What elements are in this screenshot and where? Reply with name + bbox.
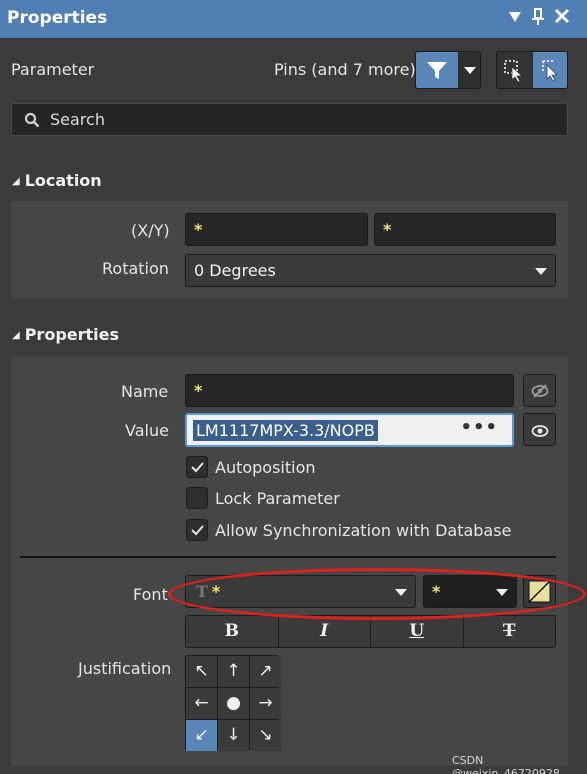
- properties-section-header[interactable]: ◢ Properties: [12, 325, 119, 344]
- search-placeholder: Search: [50, 110, 105, 129]
- rotation-value: 0 Degrees: [194, 261, 276, 280]
- value-field[interactable]: LM1117MPX-3.3/NOPB •••: [185, 413, 514, 447]
- justification-label: Justification: [78, 659, 172, 678]
- panel-title: Properties: [7, 8, 108, 28]
- font-color-button[interactable]: [523, 575, 556, 608]
- search-icon: [24, 112, 40, 132]
- underline-button[interactable]: U: [371, 616, 464, 647]
- checkmark-icon: [191, 525, 204, 536]
- chevron-down-icon: [395, 589, 407, 596]
- justification-grid: ↖ ↑ ↗ ← ● → ↙ ↓ ↘: [185, 655, 281, 751]
- filter-selection-text[interactable]: Pins (and 7 more): [274, 60, 416, 79]
- eye-off-icon: [531, 383, 549, 403]
- allow-sync-checkbox[interactable]: [186, 519, 208, 541]
- font-label: Font: [133, 585, 168, 604]
- rotation-dropdown[interactable]: 0 Degrees: [185, 254, 556, 287]
- search-input[interactable]: Search: [11, 103, 568, 136]
- allow-sync-label: Allow Synchronization with Database: [215, 521, 512, 540]
- font-size-dropdown[interactable]: *: [423, 575, 517, 608]
- justify-middle-left-icon[interactable]: ←: [186, 688, 217, 719]
- justify-center-icon[interactable]: ●: [218, 688, 249, 719]
- font-value: *: [211, 582, 221, 601]
- filter-button[interactable]: [415, 51, 481, 89]
- pin-icon[interactable]: [529, 8, 547, 28]
- justify-top-left-icon[interactable]: ↖: [186, 656, 217, 687]
- panel-menu-icon[interactable]: [506, 8, 524, 28]
- x-field[interactable]: *: [185, 213, 368, 246]
- divider: [20, 556, 556, 558]
- select-area-icon[interactable]: [497, 52, 532, 88]
- xy-label: (X/Y): [131, 221, 170, 240]
- selection-mode-group: [496, 51, 568, 89]
- panel-titlebar: Properties: [0, 0, 587, 38]
- chevron-down-icon: [496, 589, 508, 596]
- value-label: Value: [125, 421, 169, 440]
- name-label: Name: [121, 382, 169, 401]
- strikethrough-button[interactable]: T: [464, 616, 556, 647]
- filter-dropdown-icon[interactable]: [459, 52, 480, 88]
- close-icon[interactable]: [553, 8, 571, 28]
- checkmark-icon: [191, 462, 204, 473]
- autoposition-checkbox[interactable]: [186, 456, 208, 478]
- properties-heading: Properties: [24, 325, 120, 344]
- select-pointer-icon[interactable]: [533, 52, 567, 88]
- collapse-triangle-icon: ◢: [12, 176, 20, 187]
- more-options-icon[interactable]: •••: [460, 417, 498, 438]
- color-swatch-icon: [528, 580, 551, 603]
- y-field[interactable]: *: [374, 213, 556, 246]
- value-visibility-button[interactable]: [523, 413, 556, 446]
- x-value: *: [194, 220, 203, 239]
- justify-top-right-icon[interactable]: ↗: [250, 656, 281, 687]
- justify-bottom-left-icon[interactable]: ↙: [186, 720, 217, 751]
- y-value: *: [383, 220, 392, 239]
- bold-button[interactable]: B: [186, 616, 279, 647]
- location-heading: Location: [24, 171, 102, 190]
- filter-icon[interactable]: [416, 52, 458, 88]
- font-type-icon: T: [196, 582, 208, 601]
- name-visibility-button[interactable]: [523, 374, 556, 407]
- value-text: LM1117MPX-3.3/NOPB: [193, 420, 378, 441]
- justify-bottom-right-icon[interactable]: ↘: [250, 720, 281, 751]
- lock-parameter-checkbox[interactable]: [186, 487, 208, 509]
- name-value: *: [194, 381, 203, 400]
- location-section-header[interactable]: ◢ Location: [12, 171, 102, 190]
- rotation-label: Rotation: [102, 259, 169, 278]
- justify-bottom-center-icon[interactable]: ↓: [218, 720, 249, 751]
- justify-middle-right-icon[interactable]: →: [250, 688, 281, 719]
- italic-button[interactable]: I: [279, 616, 371, 647]
- font-dropdown[interactable]: T *: [185, 575, 416, 608]
- chevron-down-icon: [535, 268, 547, 275]
- font-style-toolbar: B I U T: [185, 615, 556, 648]
- justify-top-center-icon[interactable]: ↑: [218, 656, 249, 687]
- watermark: CSDN @weixin_46720928: [452, 754, 560, 774]
- autoposition-label: Autoposition: [215, 458, 316, 477]
- collapse-triangle-icon: ◢: [12, 330, 20, 341]
- name-field[interactable]: *: [185, 374, 514, 407]
- lock-parameter-label: Lock Parameter: [215, 489, 340, 508]
- parameter-label: Parameter: [11, 60, 95, 79]
- eye-icon: [531, 423, 549, 442]
- font-size-value: *: [432, 582, 441, 601]
